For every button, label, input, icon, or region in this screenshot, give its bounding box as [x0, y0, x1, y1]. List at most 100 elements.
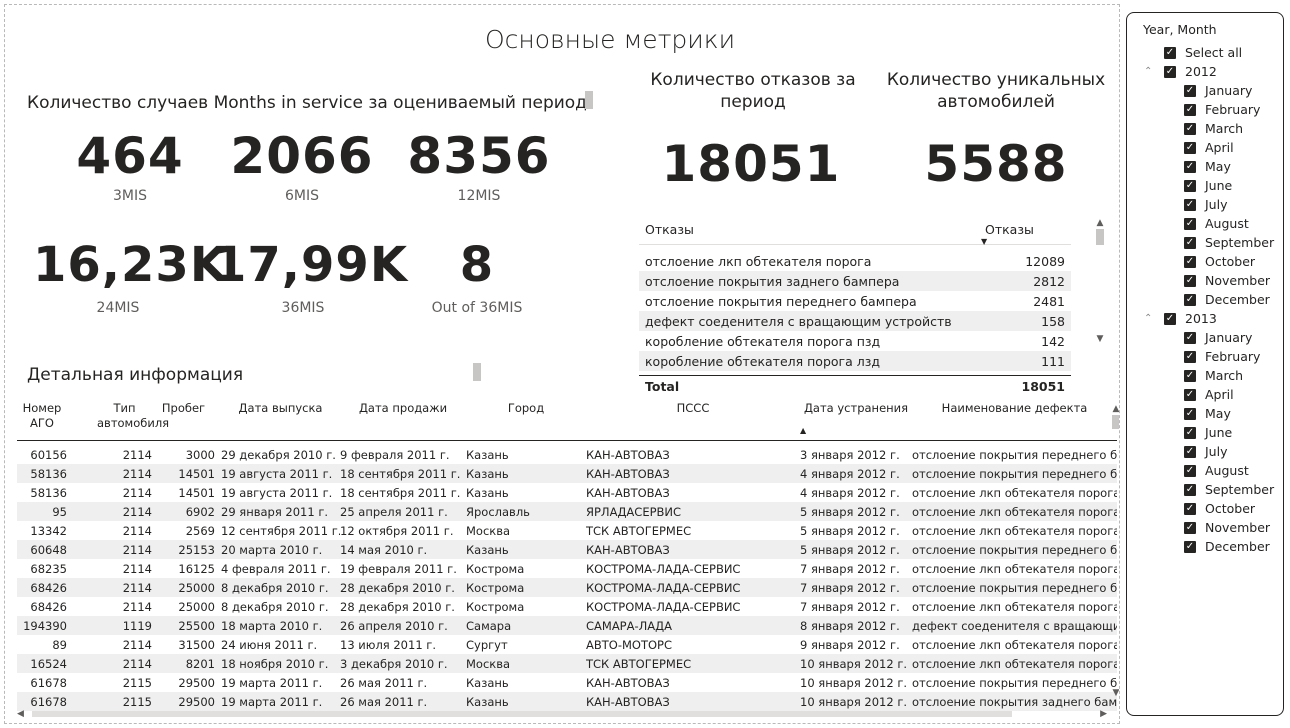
scroll-right-icon[interactable]: ▶: [1100, 709, 1107, 719]
table-row[interactable]: 60156 2114 3000 29 декабря 2010 г. 9 февраля…: [17, 445, 1117, 464]
checkbox-checked-icon[interactable]: ✓: [1184, 122, 1196, 135]
slicer-month-item[interactable]: ✓ January: [1184, 328, 1252, 347]
scroll-thumb[interactable]: [1112, 415, 1119, 429]
slicer-month-item[interactable]: ✓ January: [1184, 81, 1252, 100]
checkbox-checked-icon[interactable]: ✓: [1184, 217, 1196, 230]
checkbox-checked-icon[interactable]: ✓: [1184, 331, 1196, 344]
mis-block-scrollbar[interactable]: [585, 91, 593, 109]
table-row[interactable]: 95 2114 6902 29 января 2011 г. 25 апреля 201…: [17, 502, 1117, 521]
checkbox-checked-icon[interactable]: ✓: [1184, 160, 1196, 173]
failures-row[interactable]: коробление обтекателя порога пзд 142: [639, 331, 1071, 351]
checkbox-checked-icon[interactable]: ✓: [1184, 521, 1196, 534]
table-row[interactable]: 68426 2114 25000 8 декабря 2010 г. 28 декабр…: [17, 597, 1117, 616]
slicer-month-item[interactable]: ✓ August: [1184, 461, 1249, 480]
table-row[interactable]: 68426 2114 25000 8 декабря 2010 г. 28 декабр…: [17, 578, 1117, 597]
checkbox-checked-icon[interactable]: ✓: [1184, 388, 1196, 401]
col-header-city[interactable]: Город: [466, 399, 586, 440]
slicer-month-item[interactable]: ✓ September: [1184, 480, 1274, 499]
checkbox-checked-icon[interactable]: ✓: [1164, 312, 1176, 325]
scroll-thumb[interactable]: [1096, 229, 1104, 245]
checkbox-checked-icon[interactable]: ✓: [1184, 198, 1196, 211]
checkbox-checked-icon[interactable]: ✓: [1184, 502, 1196, 515]
table-row[interactable]: 58136 2114 14501 19 августа 2011 г. 18 сентя…: [17, 464, 1117, 483]
detail-table-scrollbar[interactable]: ▲ ▼: [1111, 403, 1119, 699]
slicer-month-item[interactable]: ✓ May: [1184, 157, 1231, 176]
slicer-month-item[interactable]: ✓ May: [1184, 404, 1231, 423]
failures-row[interactable]: отслоение лкп обтекателя порога 12089: [639, 251, 1071, 271]
table-row[interactable]: 13342 2114 2569 12 сентября 2011 г. 12 октяб…: [17, 521, 1117, 540]
checkbox-checked-icon[interactable]: ✓: [1184, 426, 1196, 439]
slicer-month-item[interactable]: ✓ November: [1184, 271, 1270, 290]
checkbox-checked-icon[interactable]: ✓: [1164, 46, 1176, 59]
table-row[interactable]: 16524 2114 8201 18 ноября 2010 г. 3 декабря …: [17, 654, 1117, 673]
checkbox-checked-icon[interactable]: ✓: [1184, 255, 1196, 268]
checkbox-checked-icon[interactable]: ✓: [1184, 464, 1196, 477]
slicer-month-item[interactable]: ✓ December: [1184, 537, 1270, 556]
slicer-select-all[interactable]: ✓ Select all: [1164, 43, 1242, 62]
col-header-km[interactable]: Пробег: [152, 399, 215, 440]
checkbox-checked-icon[interactable]: ✓: [1184, 350, 1196, 363]
slicer-month-item[interactable]: ✓ July: [1184, 195, 1227, 214]
hscroll-thumb[interactable]: [31, 711, 1012, 717]
checkbox-checked-icon[interactable]: ✓: [1184, 445, 1196, 458]
slicer-month-item[interactable]: ✓ April: [1184, 138, 1234, 157]
col-header-type[interactable]: Тип автомобиля: [67, 399, 169, 440]
detail-block-scrollbar[interactable]: [473, 363, 481, 381]
col-header-sale[interactable]: Дата продажи: [340, 399, 466, 440]
checkbox-checked-icon[interactable]: ✓: [1184, 407, 1196, 420]
slicer-month-item[interactable]: ✓ August: [1184, 214, 1249, 233]
table-row[interactable]: 61678 2115 29500 19 марта 2011 г. 26 мая 201…: [17, 673, 1117, 692]
scroll-down-icon[interactable]: ▼: [1111, 687, 1119, 699]
failures-row[interactable]: отслоение покрытия переднего бампера 2481: [639, 291, 1071, 311]
slicer-month-item[interactable]: ✓ April: [1184, 385, 1234, 404]
scroll-down-icon[interactable]: ▼: [1095, 333, 1105, 345]
scroll-up-icon[interactable]: ▲: [1095, 217, 1105, 229]
slicer-month-item[interactable]: ✓ February: [1184, 347, 1260, 366]
slicer-month-item[interactable]: ✓ September: [1184, 233, 1274, 252]
slicer-month-item[interactable]: ✓ October: [1184, 499, 1255, 518]
failures-col-count-header[interactable]: Отказы ▼: [979, 222, 1071, 246]
col-header-release[interactable]: Дата выпуска: [215, 399, 340, 440]
col-header-fix[interactable]: Дата устранения ▲: [800, 399, 912, 440]
chevron-up-icon[interactable]: ⌃: [1144, 66, 1160, 77]
failures-table-scrollbar[interactable]: ▲ ▼: [1095, 217, 1105, 345]
slicer-month-item[interactable]: ✓ June: [1184, 423, 1232, 442]
slicer-month-item[interactable]: ✓ November: [1184, 518, 1270, 537]
checkbox-checked-icon[interactable]: ✓: [1184, 236, 1196, 249]
failures-col-name-header[interactable]: Отказы: [639, 222, 979, 237]
slicer-month-item[interactable]: ✓ February: [1184, 100, 1260, 119]
checkbox-checked-icon[interactable]: ✓: [1184, 84, 1196, 97]
col-header-pscc[interactable]: ПССС: [586, 399, 800, 440]
table-row[interactable]: 68235 2114 16125 4 февраля 2011 г. 19 феврал…: [17, 559, 1117, 578]
checkbox-checked-icon[interactable]: ✓: [1184, 293, 1196, 306]
checkbox-checked-icon[interactable]: ✓: [1184, 179, 1196, 192]
slicer-year-2012[interactable]: ⌃ ✓ 2012: [1144, 62, 1217, 81]
table-row[interactable]: 89 2114 31500 24 июня 2011 г. 13 июля 2011 г…: [17, 635, 1117, 654]
checkbox-checked-icon[interactable]: ✓: [1184, 369, 1196, 382]
slicer-month-item[interactable]: ✓ June: [1184, 176, 1232, 195]
failures-row[interactable]: коробление обтекателя порога лзд 111: [639, 351, 1071, 371]
slicer-month-item[interactable]: ✓ March: [1184, 366, 1243, 385]
slicer-year-2013[interactable]: ⌃ ✓ 2013: [1144, 309, 1217, 328]
failures-row[interactable]: отслоение покрытия заднего бампера 2812: [639, 271, 1071, 291]
col-header-defect[interactable]: Наименование дефекта: [912, 399, 1117, 440]
checkbox-checked-icon[interactable]: ✓: [1184, 141, 1196, 154]
detail-table-hscrollbar[interactable]: ◀ ▶: [17, 709, 1107, 719]
slicer-month-item[interactable]: ✓ July: [1184, 442, 1227, 461]
col-header-ago[interactable]: Номер АГО: [17, 399, 67, 440]
chevron-up-icon[interactable]: ⌃: [1144, 313, 1160, 324]
scroll-up-icon[interactable]: ▲: [1111, 403, 1119, 415]
slicer-month-item[interactable]: ✓ December: [1184, 290, 1270, 309]
slicer-month-item[interactable]: ✓ October: [1184, 252, 1255, 271]
checkbox-checked-icon[interactable]: ✓: [1184, 540, 1196, 553]
table-row[interactable]: 60648 2114 25153 20 марта 2010 г. 14 мая 201…: [17, 540, 1117, 559]
scroll-left-icon[interactable]: ◀: [17, 709, 24, 719]
checkbox-checked-icon[interactable]: ✓: [1184, 103, 1196, 116]
slicer-month-item[interactable]: ✓ March: [1184, 119, 1243, 138]
checkbox-checked-icon[interactable]: ✓: [1164, 65, 1176, 78]
checkbox-checked-icon[interactable]: ✓: [1184, 483, 1196, 496]
checkbox-checked-icon[interactable]: ✓: [1184, 274, 1196, 287]
failures-row[interactable]: дефект соеденителя с вращающим устройств…: [639, 311, 1071, 331]
table-row[interactable]: 194390 1119 25500 18 марта 2010 г. 26 апреля…: [17, 616, 1117, 635]
table-row[interactable]: 58136 2114 14501 19 августа 2011 г. 18 сентя…: [17, 483, 1117, 502]
